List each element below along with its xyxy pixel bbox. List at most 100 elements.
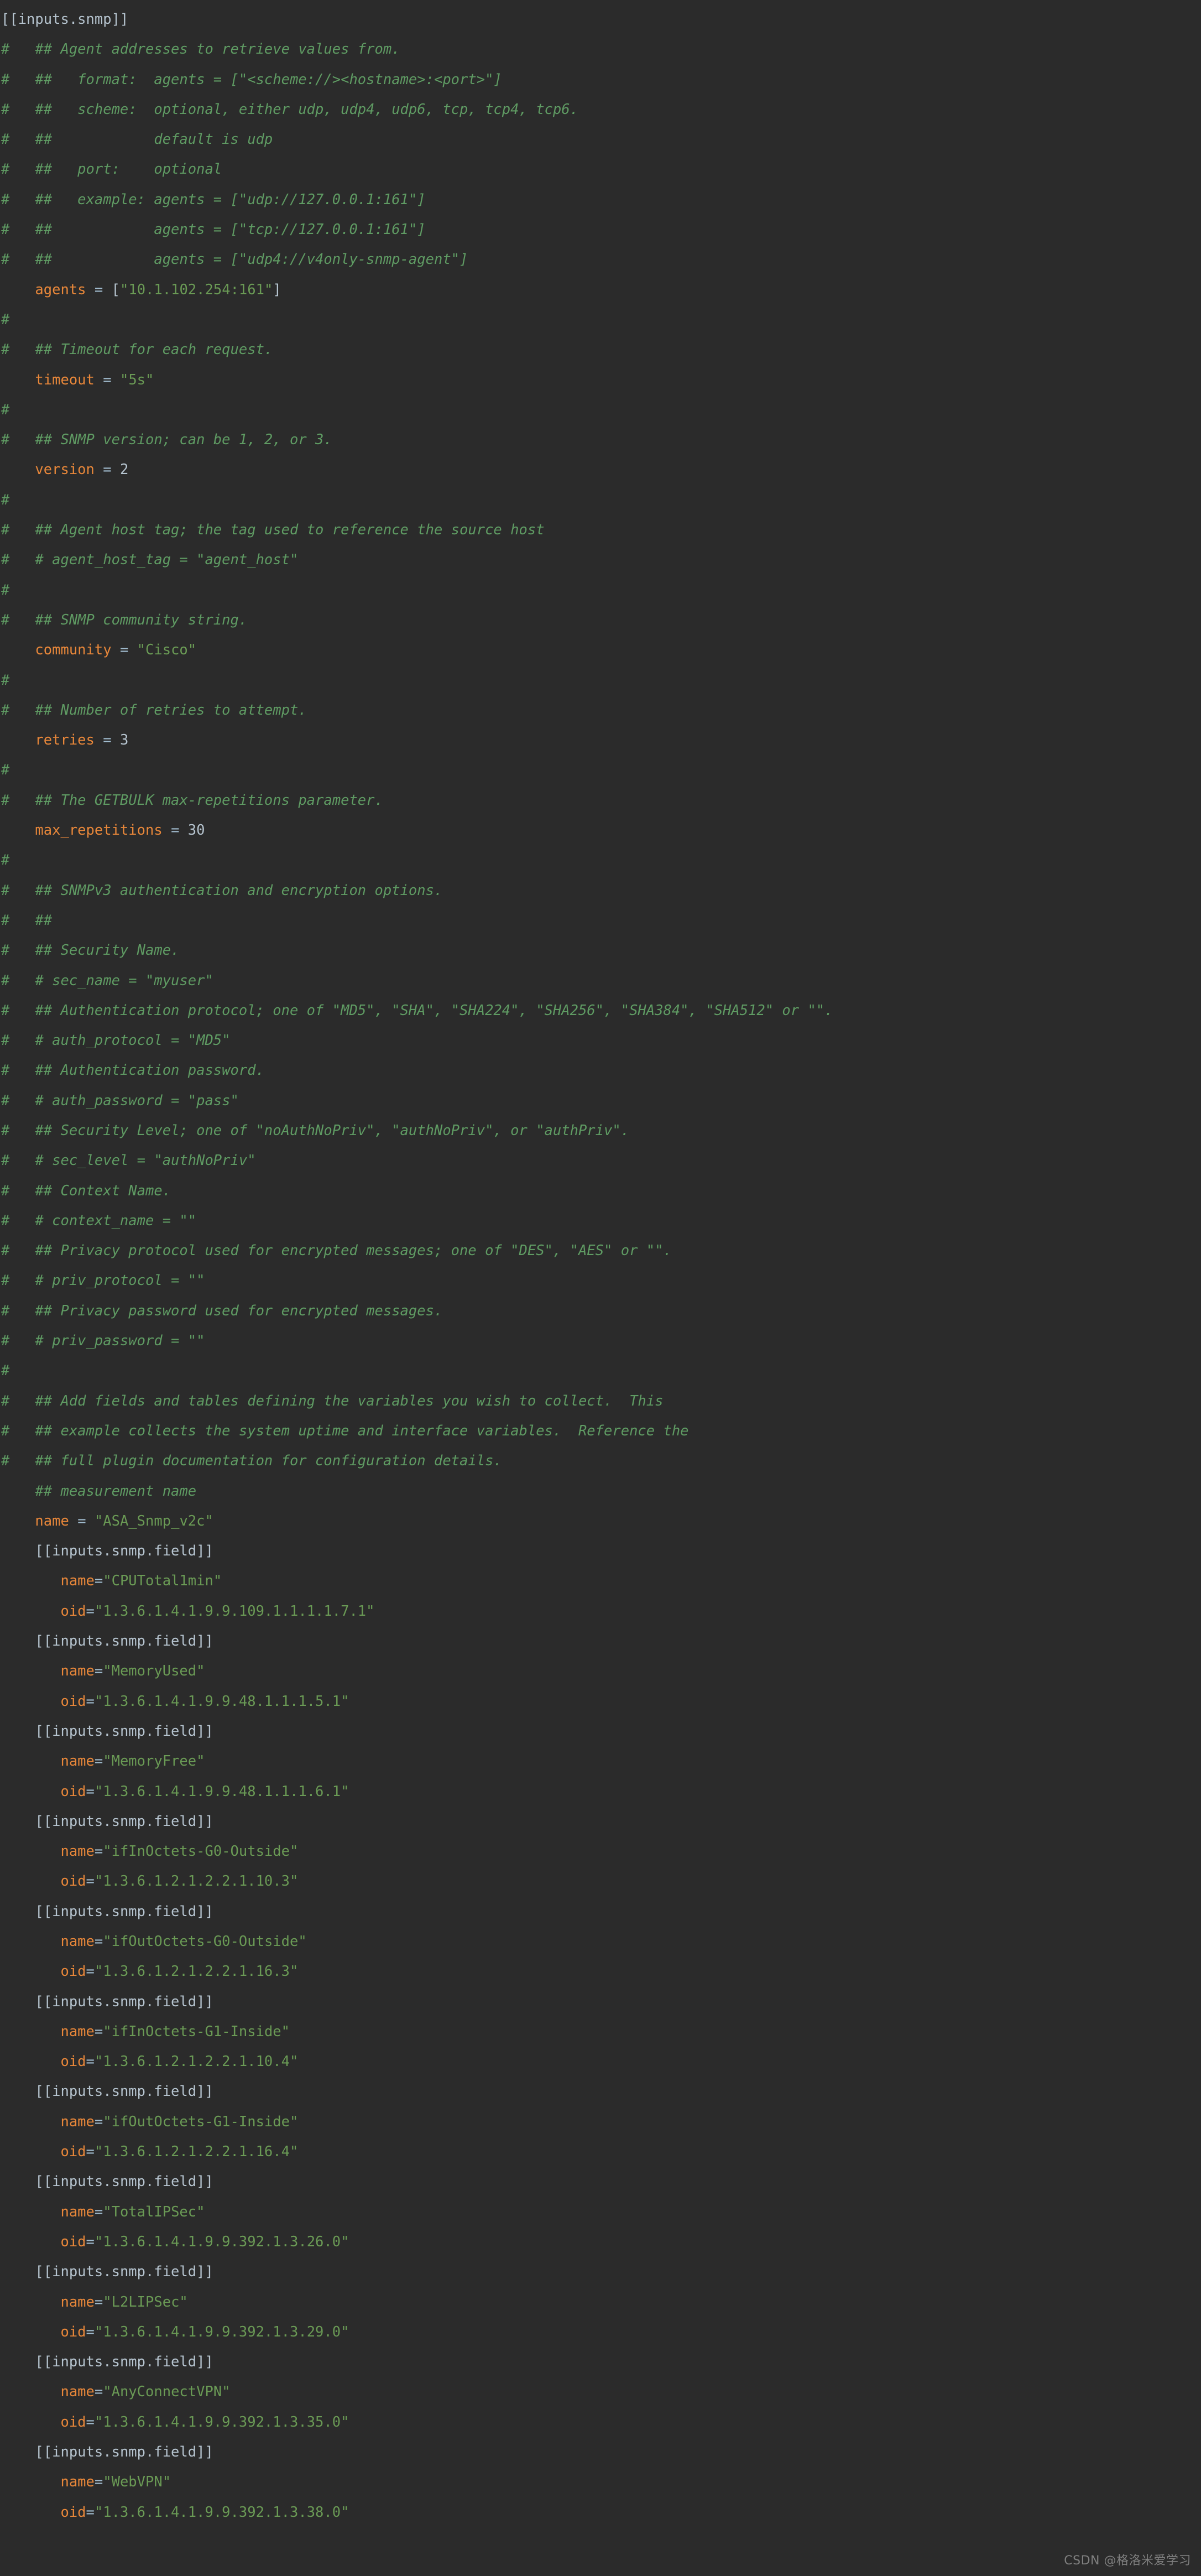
code-line[interactable]: # # auth_password = "pass" (0, 1086, 1201, 1116)
code-line[interactable]: ## measurement name (0, 1476, 1201, 1506)
code-line[interactable]: name="AnyConnectVPN" (0, 2377, 1201, 2407)
code-line[interactable]: # ## agents = ["tcp://127.0.0.1:161"] (0, 215, 1201, 244)
code-line[interactable]: oid="1.3.6.1.2.1.2.2.1.10.4" (0, 2047, 1201, 2077)
code-line[interactable]: # ## port: optional (0, 154, 1201, 184)
code-line[interactable]: oid="1.3.6.1.2.1.2.2.1.16.3" (0, 1956, 1201, 1986)
code-line[interactable]: name="ifInOctets-G1-Inside" (0, 2017, 1201, 2047)
code-line[interactable]: [[inputs.snmp.field]] (0, 1987, 1201, 2017)
code-line[interactable]: [[inputs.snmp]] (0, 4, 1201, 34)
code-line[interactable]: # (0, 305, 1201, 335)
code-line[interactable]: # # sec_name = "myuser" (0, 966, 1201, 996)
code-line[interactable]: retries = 3 (0, 725, 1201, 755)
code-editor-pane[interactable]: [[inputs.snmp]] # ## Agent addresses to r… (0, 0, 1201, 2576)
code-line[interactable]: # (0, 395, 1201, 425)
code-token-comment: # ## scheme: optional, either udp, udp4,… (1, 101, 578, 118)
code-line[interactable]: [[inputs.snmp.field]] (0, 1807, 1201, 1836)
code-line[interactable]: oid="1.3.6.1.2.1.2.2.1.10.3" (0, 1866, 1201, 1896)
code-line[interactable]: # ## Security Name. (0, 935, 1201, 965)
code-line[interactable]: # ## Privacy password used for encrypted… (0, 1296, 1201, 1326)
code-line[interactable]: # ## default is udp (0, 124, 1201, 154)
code-line[interactable]: # ## Context Name. (0, 1176, 1201, 1206)
code-line[interactable]: # ## Agent host tag; the tag used to ref… (0, 515, 1201, 545)
code-line[interactable]: max_repetitions = 30 (0, 815, 1201, 845)
code-line[interactable]: oid="1.3.6.1.2.1.2.2.1.16.4" (0, 2137, 1201, 2167)
code-token-comment: # # sec_level = "authNoPriv" (1, 1152, 256, 1169)
code-line[interactable]: [[inputs.snmp.field]] (0, 2257, 1201, 2287)
code-token-string: "AnyConnectVPN" (103, 2384, 231, 2401)
code-line[interactable]: name="MemoryFree" (0, 1746, 1201, 1776)
code-line[interactable]: oid="1.3.6.1.4.1.9.9.48.1.1.1.6.1" (0, 1777, 1201, 1807)
code-line[interactable]: [[inputs.snmp.field]] (0, 1626, 1201, 1656)
code-line[interactable]: # ## Privacy protocol used for encrypted… (0, 1236, 1201, 1266)
code-line[interactable]: # (0, 845, 1201, 875)
code-token-eq: = (119, 642, 129, 659)
code-line[interactable]: # # auth_protocol = "MD5" (0, 1026, 1201, 1055)
code-line[interactable]: # (0, 755, 1201, 785)
code-line[interactable]: # ## scheme: optional, either udp, udp4,… (0, 95, 1201, 124)
code-line[interactable]: # ## Security Level; one of "noAuthNoPri… (0, 1116, 1201, 1146)
code-content[interactable]: [[inputs.snmp]] # ## Agent addresses to r… (0, 4, 1201, 2527)
code-line[interactable]: # ## Number of retries to attempt. (0, 695, 1201, 725)
code-line[interactable]: # ## SNMP community string. (0, 605, 1201, 635)
code-line[interactable]: # ## full plugin documentation for confi… (0, 1446, 1201, 1476)
code-line[interactable]: # ## example collects the system uptime … (0, 1416, 1201, 1446)
code-line[interactable]: # ## format: agents = ["<scheme://><host… (0, 65, 1201, 95)
code-line[interactable]: # ## SNMP version; can be 1, 2, or 3. (0, 425, 1201, 455)
code-token-string: "1.3.6.1.4.1.9.9.109.1.1.1.1.7.1" (94, 1602, 375, 1620)
code-line[interactable]: oid="1.3.6.1.4.1.9.9.48.1.1.1.5.1" (0, 1687, 1201, 1716)
code-line[interactable]: name="TotalIPSec" (0, 2197, 1201, 2227)
code-line[interactable]: community = "Cisco" (0, 635, 1201, 665)
code-token-eq: = (94, 1753, 103, 1770)
code-line[interactable]: agents = ["10.1.102.254:161"] (0, 275, 1201, 305)
code-line[interactable]: # (0, 485, 1201, 515)
code-line[interactable]: # ## SNMPv3 authentication and encryptio… (0, 876, 1201, 905)
code-line[interactable]: # ## example: agents = ["udp://127.0.0.1… (0, 185, 1201, 215)
code-line[interactable]: # ## The GETBULK max-repetitions paramet… (0, 785, 1201, 815)
code-line[interactable]: [[inputs.snmp.field]] (0, 1536, 1201, 1566)
code-line[interactable]: # ## Timeout for each request. (0, 335, 1201, 365)
code-line[interactable]: name="ifOutOctets-G1-Inside" (0, 2107, 1201, 2137)
code-line[interactable]: # ## Authentication protocol; one of "MD… (0, 996, 1201, 1026)
code-line[interactable]: # # priv_protocol = "" (0, 1266, 1201, 1295)
code-line[interactable]: name="CPUTotal1min" (0, 1566, 1201, 1596)
code-token-comment: # # auth_protocol = "MD5" (1, 1032, 231, 1049)
code-token-comment: # (1, 311, 10, 328)
code-line[interactable]: name="WebVPN" (0, 2467, 1201, 2497)
code-line[interactable]: # ## (0, 905, 1201, 935)
code-line[interactable]: oid="1.3.6.1.4.1.9.9.392.1.3.26.0" (0, 2227, 1201, 2257)
code-line[interactable]: # ## Authentication password. (0, 1055, 1201, 1085)
code-line[interactable]: # # priv_password = "" (0, 1326, 1201, 1356)
code-line[interactable]: [[inputs.snmp.field]] (0, 2437, 1201, 2467)
code-line[interactable]: [[inputs.snmp.field]] (0, 1897, 1201, 1927)
code-token-eq: = (86, 2233, 95, 2250)
code-line[interactable]: # # context_name = "" (0, 1206, 1201, 1236)
code-line[interactable]: # # agent_host_tag = "agent_host" (0, 545, 1201, 575)
code-line[interactable]: oid="1.3.6.1.4.1.9.9.109.1.1.1.1.7.1" (0, 1596, 1201, 1626)
code-line[interactable]: name = "ASA_Snmp_v2c" (0, 1506, 1201, 1536)
code-line[interactable]: name="L2LIPSec" (0, 2287, 1201, 2317)
code-line[interactable]: [[inputs.snmp.field]] (0, 2167, 1201, 2197)
code-line[interactable]: version = 2 (0, 455, 1201, 485)
code-token-string: "1.3.6.1.2.1.2.2.1.10.4" (94, 2053, 299, 2070)
code-line[interactable]: oid="1.3.6.1.4.1.9.9.392.1.3.38.0" (0, 2497, 1201, 2527)
code-line[interactable]: [[inputs.snmp.field]] (0, 2347, 1201, 2377)
code-line[interactable]: timeout = "5s" (0, 365, 1201, 395)
code-token-string: "1.3.6.1.4.1.9.9.48.1.1.1.5.1" (94, 1693, 349, 1710)
code-line[interactable]: # ## agents = ["udp4://v4only-snmp-agent… (0, 244, 1201, 274)
code-line[interactable]: [[inputs.snmp.field]] (0, 1716, 1201, 1746)
code-line[interactable]: # ## Agent addresses to retrieve values … (0, 34, 1201, 64)
code-line[interactable]: [[inputs.snmp.field]] (0, 2077, 1201, 2106)
code-line[interactable]: oid="1.3.6.1.4.1.9.9.392.1.3.35.0" (0, 2407, 1201, 2437)
code-line[interactable]: oid="1.3.6.1.4.1.9.9.392.1.3.29.0" (0, 2317, 1201, 2347)
code-line[interactable]: # (0, 1356, 1201, 1386)
code-line[interactable]: name="ifInOctets-G0-Outside" (0, 1836, 1201, 1866)
code-line[interactable]: # (0, 665, 1201, 695)
code-line[interactable]: name="ifOutOctets-G0-Outside" (0, 1927, 1201, 1956)
code-line[interactable]: name="MemoryUsed" (0, 1656, 1201, 1686)
code-line[interactable]: # ## Add fields and tables defining the … (0, 1386, 1201, 1416)
code-line[interactable]: # # sec_level = "authNoPriv" (0, 1146, 1201, 1175)
code-line[interactable]: # (0, 575, 1201, 605)
